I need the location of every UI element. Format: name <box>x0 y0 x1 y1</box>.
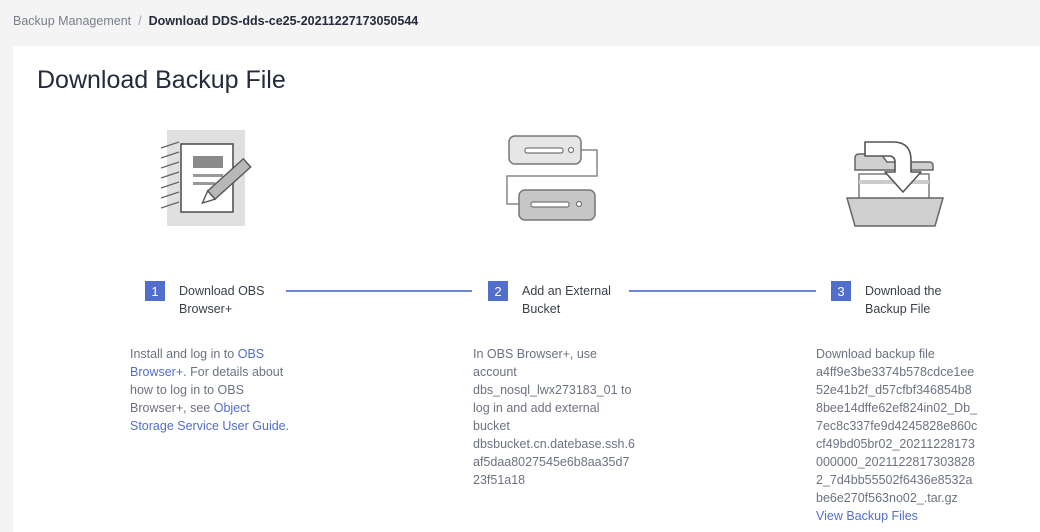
desc-line: cf49bd05br02_20211228173 <box>816 437 975 451</box>
desc-line: af5daa8027545e6b8aa35d7 <box>473 455 630 469</box>
step-2-title-line2: Bucket <box>522 302 561 316</box>
step-3: 3 Download the Backup File <box>831 281 975 318</box>
download-panel: Download Backup File 1 Download OBS Brow… <box>13 46 1040 532</box>
desc-period: . <box>285 419 290 433</box>
step-3-description: Download backup file a4ff9e3be3374b578cd… <box>816 345 996 525</box>
step-3-title-line1: Download the <box>865 284 942 298</box>
step-1-title-line2: Browser+ <box>179 302 233 316</box>
step-2-title-line1: Add an External <box>522 284 611 298</box>
step-1-description: Install and log in to OBS Browser+. For … <box>130 345 300 435</box>
obs-browser-link[interactable]: OBS <box>238 347 264 361</box>
breadcrumb-current: Download DDS-dds-ce25-20211227173050544 <box>148 14 419 28</box>
desc-line: 52e41b2f_d57cfbf346854b8 <box>816 383 972 397</box>
step-3-title-line2: Backup File <box>865 302 931 316</box>
desc-line: be6e270f563no02_.tar.gz <box>816 491 958 505</box>
step-1-title-line1: Download OBS <box>179 284 265 298</box>
folder-download-icon <box>846 141 944 227</box>
step-1-title: Download OBS Browser+ <box>179 282 289 318</box>
page-title: Download Backup File <box>37 66 286 94</box>
desc-period: . <box>183 365 187 379</box>
step-2-number: 2 <box>488 281 508 301</box>
desc-line: dbsbucket.cn.datebase.ssh.6 <box>473 437 635 451</box>
step-1: 1 Download OBS Browser+ <box>145 281 289 318</box>
step-2-title: Add an External Bucket <box>522 282 632 318</box>
desc-line: 2_7d4bb55502f6436e8532a <box>816 473 973 487</box>
desc-line: Browser+. For details about <box>130 363 300 381</box>
desc-line: 23f51a18 <box>473 473 526 487</box>
obs-user-guide-link-cont[interactable]: Storage Service User Guide <box>130 419 286 433</box>
desc-line: 000000_2021122817303828 <box>816 455 975 469</box>
breadcrumb: Backup Management / Download DDS-dds-ce2… <box>13 14 418 28</box>
desc-line: Download backup file <box>816 347 935 361</box>
step-1-number: 1 <box>145 281 165 301</box>
step-2: 2 Add an External Bucket <box>488 281 632 318</box>
desc-line: 8bee14dffe62ef824in02_Db_ <box>816 401 978 415</box>
linked-buckets-icon <box>506 135 598 221</box>
obs-browser-link-cont[interactable]: Browser+ <box>130 365 183 379</box>
desc-line: log in and add external <box>473 401 600 415</box>
desc-line: Install and log in to OBS <box>130 345 300 363</box>
desc-text: Browser+, see <box>130 401 211 415</box>
desc-line: bucket <box>473 419 510 433</box>
step-connector-2 <box>629 290 816 292</box>
desc-line: 7ec8c337fe9d4245828e860c <box>816 419 978 433</box>
step-2-description: In OBS Browser+, use account dbs_nosql_l… <box>473 345 648 489</box>
view-backup-files-link[interactable]: View Backup Files <box>816 509 918 523</box>
step-3-number: 3 <box>831 281 851 301</box>
step-connector-1 <box>286 290 472 292</box>
desc-text: For details about <box>190 365 284 379</box>
desc-line: how to log in to OBS <box>130 383 244 397</box>
step-3-title: Download the Backup File <box>865 282 975 318</box>
desc-line: account <box>473 365 517 379</box>
desc-line: Browser+, see Object <box>130 399 300 417</box>
desc-line: View Backup Files <box>816 507 996 525</box>
breadcrumb-separator: / <box>138 14 142 28</box>
desc-line: In OBS Browser+, use <box>473 347 598 361</box>
breadcrumb-backup-management-link[interactable]: Backup Management <box>13 14 131 28</box>
obs-user-guide-link[interactable]: Object <box>214 401 250 415</box>
desc-line: dbs_nosql_lwx273183_01 to <box>473 383 632 397</box>
notepad-pencil-icon <box>160 130 252 226</box>
desc-text: Install and log in to <box>130 347 235 361</box>
desc-line: a4ff9e3be3374b578cdce1ee <box>816 365 975 379</box>
desc-line: Storage Service User Guide. <box>130 417 300 435</box>
